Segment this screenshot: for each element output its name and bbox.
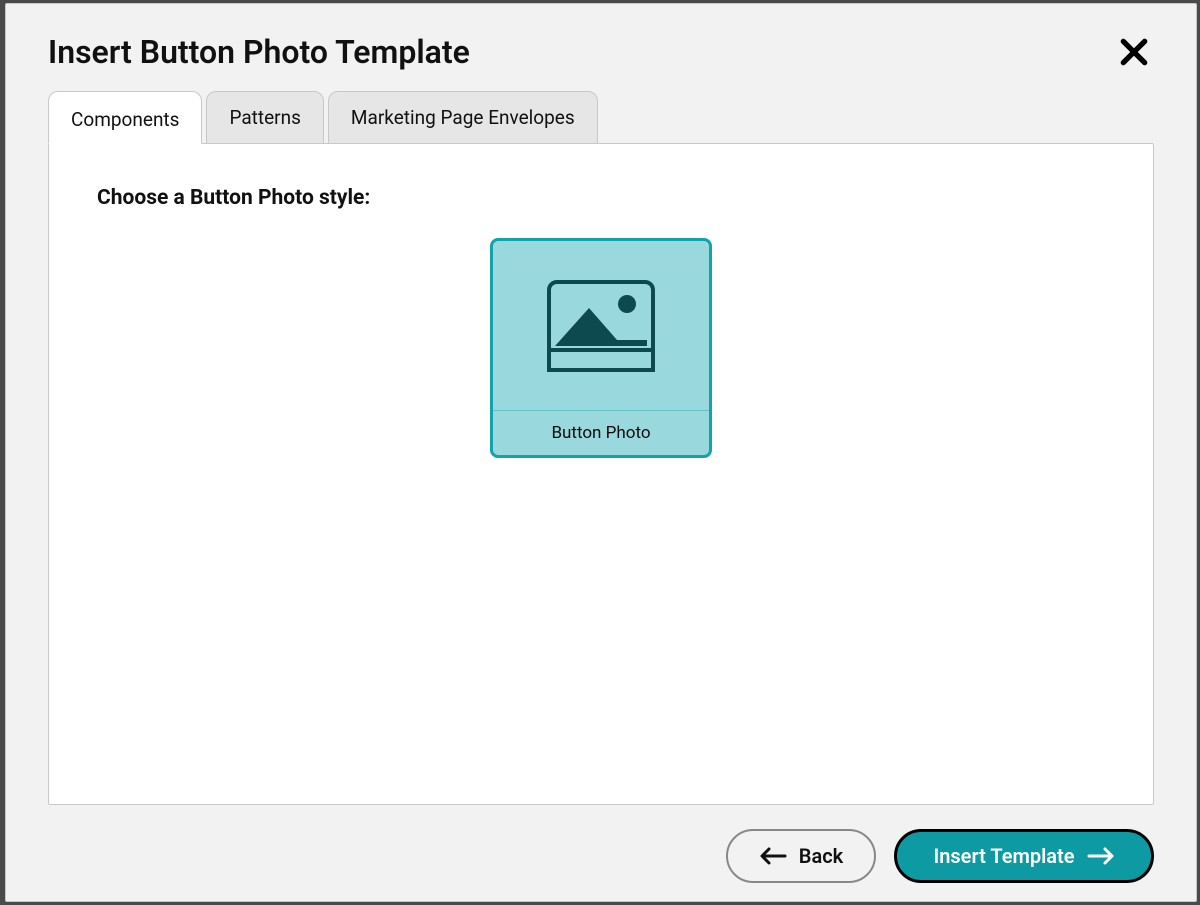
dialog-header: Insert Button Photo Template	[48, 32, 1154, 72]
style-card-preview	[493, 241, 709, 411]
style-card-button-photo[interactable]: Button Photo	[490, 238, 712, 458]
arrow-left-icon	[759, 846, 787, 866]
insert-template-button[interactable]: Insert Template	[894, 829, 1154, 883]
close-button[interactable]	[1114, 32, 1154, 72]
tabs-row: Components Patterns Marketing Page Envel…	[48, 90, 1154, 143]
insert-button-label: Insert Template	[933, 844, 1074, 868]
tab-label: Components	[71, 108, 179, 131]
choose-style-label: Choose a Button Photo style:	[97, 186, 1105, 210]
style-card-label: Button Photo	[493, 411, 709, 455]
tab-patterns[interactable]: Patterns	[206, 91, 323, 144]
insert-template-dialog: Insert Button Photo Template Components …	[5, 3, 1197, 902]
tab-components[interactable]: Components	[48, 91, 202, 144]
dialog-footer: Back Insert Template	[48, 829, 1154, 883]
dialog-title: Insert Button Photo Template	[48, 33, 470, 71]
style-grid: Button Photo	[97, 238, 1105, 458]
tab-label: Patterns	[229, 106, 300, 129]
back-button[interactable]: Back	[726, 829, 876, 883]
tab-marketing-page-envelopes[interactable]: Marketing Page Envelopes	[328, 91, 598, 144]
tab-panel: Choose a Button Photo style: Button Phot…	[48, 143, 1154, 805]
image-icon	[545, 278, 657, 374]
close-icon	[1118, 36, 1150, 68]
arrow-right-icon	[1087, 846, 1115, 866]
tab-label: Marketing Page Envelopes	[351, 106, 575, 129]
back-button-label: Back	[799, 844, 843, 868]
